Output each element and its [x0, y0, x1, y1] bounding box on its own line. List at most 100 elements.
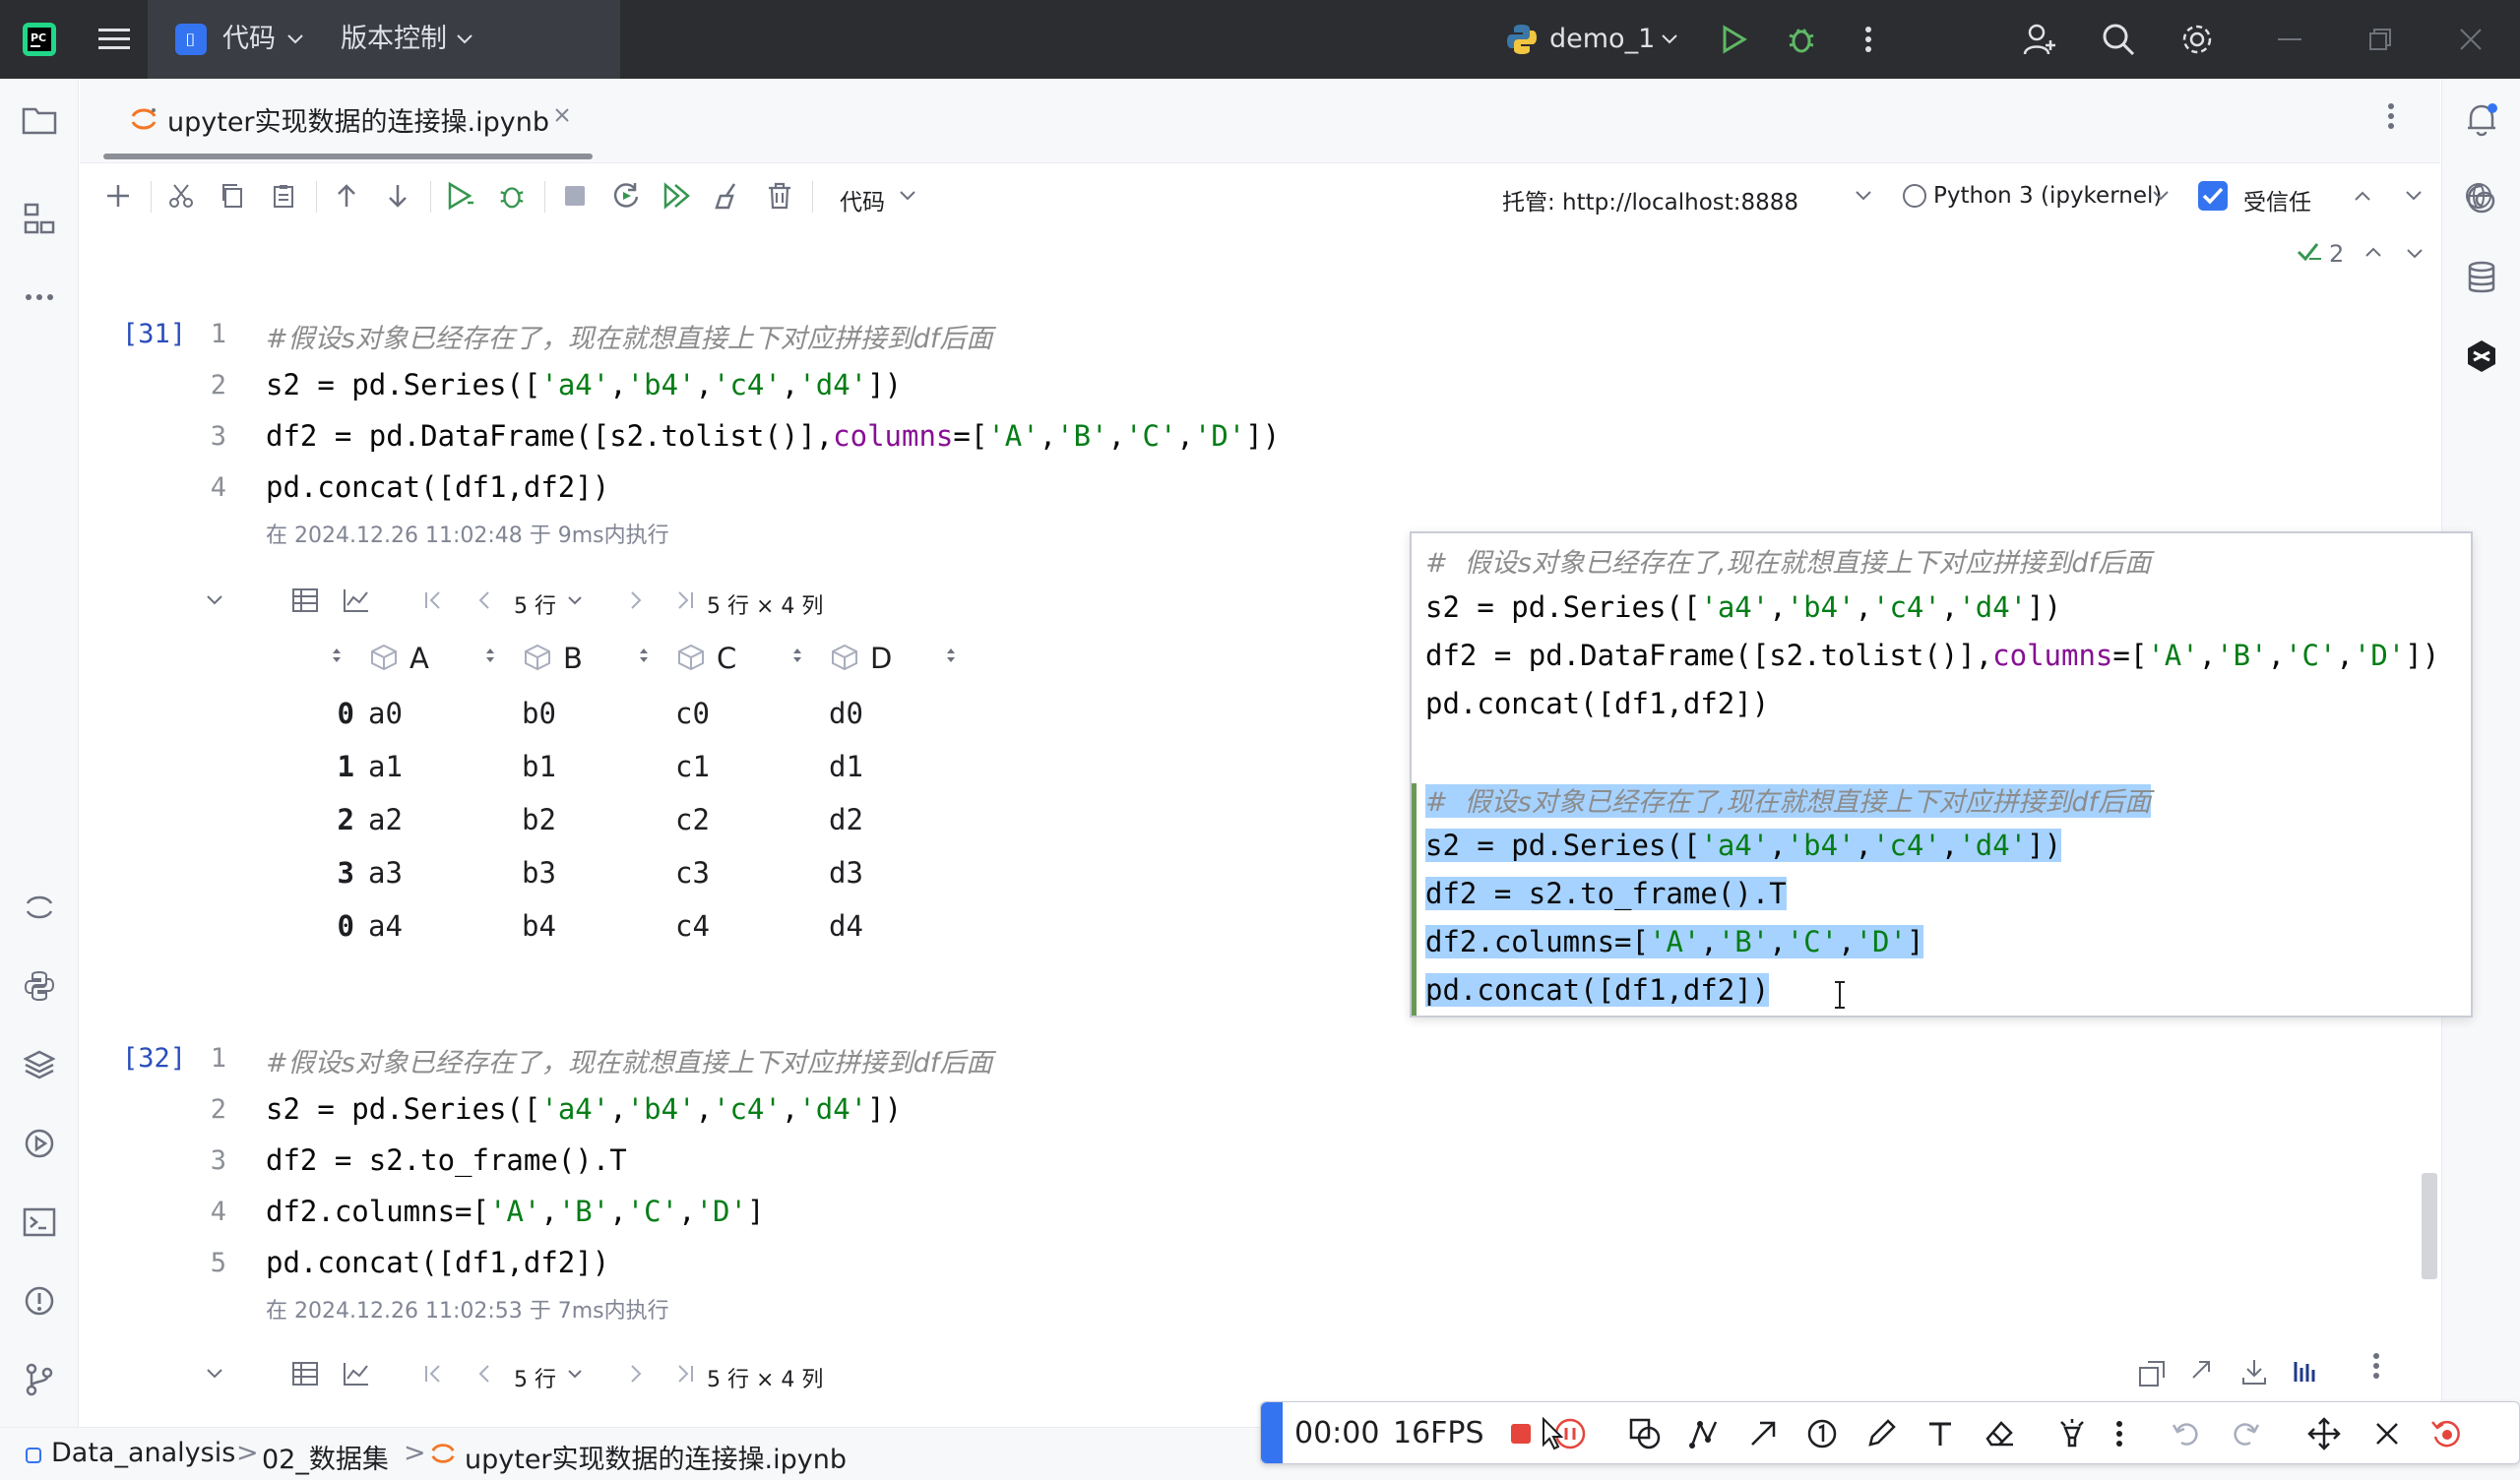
restart-kernel-icon[interactable]: [607, 177, 645, 215]
chart-view-icon[interactable]: [339, 1356, 374, 1391]
arrow-tool-icon[interactable]: [1743, 1414, 1783, 1453]
table-cell[interactable]: a2: [368, 803, 403, 836]
code-line[interactable]: s2 = pd.Series(['a4','b4','c4','d4']): [266, 368, 902, 401]
path-tool-icon[interactable]: [1684, 1414, 1724, 1453]
tab-notebook-file[interactable]: upyter实现数据的连接操.ipynb: [103, 79, 655, 161]
next-page-icon[interactable]: [618, 583, 654, 618]
chevron-down-icon[interactable]: [2142, 177, 2179, 215]
add-user-icon[interactable]: [2020, 20, 2059, 59]
table-cell[interactable]: b2: [522, 803, 556, 836]
python-console-icon[interactable]: [20, 966, 59, 1006]
expand-output-icon[interactable]: [2189, 1358, 2225, 1393]
inspection-count[interactable]: 2: [2329, 240, 2344, 268]
shape-tool-icon[interactable]: [1625, 1414, 1665, 1453]
collapse-output-icon[interactable]: [197, 583, 232, 618]
move-cell-up-icon[interactable]: [328, 177, 365, 215]
table-cell[interactable]: b1: [522, 750, 556, 783]
table-cell[interactable]: a0: [368, 697, 403, 730]
data-view-icon[interactable]: [2292, 1358, 2327, 1393]
table-cell[interactable]: c1: [675, 750, 710, 783]
structure-icon[interactable]: [20, 199, 59, 238]
minimize-icon[interactable]: [2270, 20, 2309, 59]
jupyter-icon[interactable]: [20, 888, 59, 927]
table-view-icon[interactable]: [287, 1356, 323, 1391]
cut-icon[interactable]: [162, 177, 200, 215]
previous-page-icon[interactable]: [467, 583, 502, 618]
globe-icon[interactable]: [2460, 177, 2497, 215]
settings-gear-icon[interactable]: [2177, 20, 2217, 59]
chart-view-icon[interactable]: [339, 583, 374, 618]
pycharm-logo[interactable]: PC: [20, 20, 59, 59]
table-cell[interactable]: b0: [522, 697, 556, 730]
next-problem-icon[interactable]: [2406, 248, 2427, 264]
editor-scrollbar-thumb[interactable]: [2422, 1173, 2437, 1279]
code-line[interactable]: s2 = pd.Series(['a4','b4','c4','d4']): [266, 1092, 902, 1126]
table-cell[interactable]: a1: [368, 750, 403, 783]
pen-tool-icon[interactable]: [1861, 1414, 1901, 1453]
last-page-icon[interactable]: [667, 1356, 703, 1391]
eraser-tool-icon[interactable]: [1980, 1414, 2019, 1453]
breadcrumb-item[interactable]: upyter实现数据的连接操.ipynb: [465, 1438, 847, 1476]
redo-icon[interactable]: [2226, 1414, 2265, 1453]
close-recorder-icon[interactable]: [2367, 1414, 2407, 1453]
restore-icon[interactable]: [2361, 20, 2400, 59]
main-menu-icon[interactable]: [94, 20, 134, 59]
previous-page-icon[interactable]: [467, 1356, 502, 1391]
last-page-icon[interactable]: [667, 583, 703, 618]
chevron-down-icon[interactable]: [889, 177, 926, 215]
table-cell[interactable]: c2: [675, 803, 710, 836]
selected-line[interactable]: df2.columns=['A','B','C','D']: [1425, 925, 1924, 958]
more-vertical-icon[interactable]: [1849, 20, 1888, 59]
stop-recording-icon[interactable]: [1501, 1414, 1541, 1453]
table-cell[interactable]: b3: [522, 856, 556, 890]
breadcrumb-item[interactable]: 02_数据集: [262, 1438, 389, 1476]
column-header[interactable]: D: [870, 642, 892, 675]
add-cell-icon[interactable]: [99, 177, 137, 215]
copy-icon[interactable]: [214, 177, 251, 215]
problems-icon[interactable]: [20, 1281, 59, 1321]
selected-line[interactable]: pd.concat([df1,df2]): [1425, 973, 1770, 1007]
sciview-icon[interactable]: [2462, 337, 2501, 376]
selected-line[interactable]: # 假设s对象已经存在了,现在就想直接上下对应拼接到df后面: [1425, 780, 2152, 819]
table-cell[interactable]: d4: [829, 909, 863, 943]
code-line[interactable]: df2 = s2.to_frame().T: [266, 1143, 627, 1177]
previous-problem-icon[interactable]: [2364, 246, 2386, 262]
sort-index-icon[interactable]: [331, 646, 343, 665]
project-folder-icon[interactable]: [20, 100, 59, 140]
first-page-icon[interactable]: [415, 1356, 451, 1391]
next-page-icon[interactable]: [618, 1356, 654, 1391]
debug-icon[interactable]: [1782, 20, 1821, 59]
sort-icon[interactable]: [791, 646, 803, 665]
output-more-vertical-icon[interactable]: [2372, 1352, 2392, 1388]
table-cell[interactable]: b4: [522, 909, 556, 943]
chevron-down-icon[interactable]: [1650, 20, 1689, 59]
table-cell[interactable]: d2: [829, 803, 863, 836]
table-cell[interactable]: c4: [675, 909, 710, 943]
table-cell[interactable]: a4: [368, 909, 403, 943]
vcs-menu[interactable]: 版本控制: [341, 0, 447, 79]
chevron-up-icon[interactable]: [2344, 177, 2381, 215]
notifications-bell-icon[interactable]: [2462, 100, 2501, 140]
paste-icon[interactable]: [265, 177, 302, 215]
chevron-down-icon[interactable]: [1845, 177, 1882, 215]
project-name[interactable]: 代码: [222, 0, 276, 79]
table-cell[interactable]: d0: [829, 697, 863, 730]
table-cell[interactable]: a3: [368, 856, 403, 890]
selected-line[interactable]: s2 = pd.Series(['a4','b4','c4','d4']): [1425, 829, 2062, 862]
run-config-selector[interactable]: demo_1: [1549, 0, 1655, 79]
stop-icon[interactable]: [556, 177, 594, 215]
code-line[interactable]: pd.concat([df1,df2]): [266, 470, 609, 504]
highlighter-tool-icon[interactable]: [2052, 1414, 2092, 1453]
open-in-editor-icon[interactable]: [2138, 1358, 2174, 1393]
terminal-icon[interactable]: [20, 1202, 59, 1242]
code-line[interactable]: pd.concat([df1,df2]): [266, 1246, 609, 1279]
run-cell-icon[interactable]: [442, 177, 479, 215]
git-icon[interactable]: [20, 1360, 59, 1399]
sort-icon[interactable]: [945, 646, 957, 665]
move-tool-icon[interactable]: [2304, 1414, 2344, 1453]
column-header[interactable]: A: [410, 642, 429, 675]
close-window-icon[interactable]: [2451, 20, 2490, 59]
rows-per-page-selector[interactable]: 5 行: [514, 1362, 556, 1393]
trusted-checkbox[interactable]: [2194, 177, 2232, 215]
code-line[interactable]: df2 = pd.DataFrame([s2.tolist()],columns…: [266, 419, 1280, 453]
